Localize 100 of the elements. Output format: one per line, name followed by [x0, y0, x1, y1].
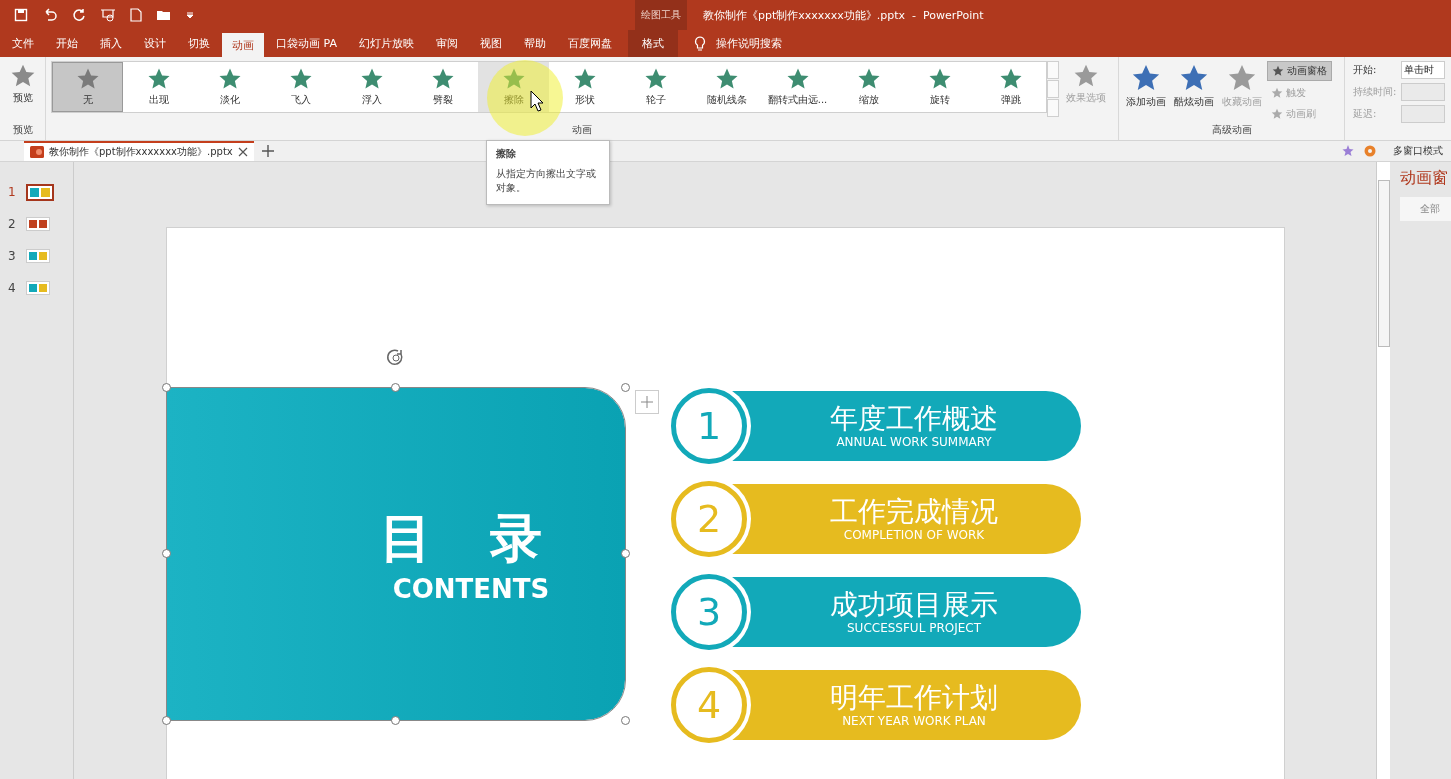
- section-title: 工作完成情况: [830, 496, 998, 528]
- star-icon: [359, 67, 384, 91]
- star-icon: [1073, 63, 1099, 89]
- timing-label: 持续时间:: [1353, 85, 1397, 99]
- save-icon[interactable]: [14, 8, 28, 22]
- ribbon-tab[interactable]: 口袋动画 PA: [266, 30, 347, 57]
- resize-handle[interactable]: [162, 383, 171, 392]
- animation-option[interactable]: 弹跳: [975, 62, 1046, 112]
- resize-handle[interactable]: [621, 549, 630, 558]
- ribbon-tab[interactable]: 动画: [222, 33, 264, 57]
- star-icon: [856, 67, 881, 91]
- slide-title: 目 录: [379, 507, 563, 570]
- folder-icon[interactable]: [156, 8, 172, 22]
- customize-icon[interactable]: [186, 11, 194, 19]
- layout-options-button[interactable]: [635, 390, 659, 414]
- animation-option[interactable]: 随机线条: [691, 62, 762, 112]
- scrollbar-thumb[interactable]: [1377, 180, 1390, 347]
- star-icon: [501, 67, 526, 91]
- slide-number: 3: [8, 249, 16, 263]
- ribbon-tab[interactable]: 帮助: [513, 30, 556, 57]
- number-circle: 4: [671, 667, 747, 743]
- slide-subtitle: CONTENTS: [392, 574, 550, 604]
- animation-option[interactable]: 旋转: [904, 62, 975, 112]
- animation-option[interactable]: 浮入: [336, 62, 407, 112]
- star-icon: [927, 67, 952, 91]
- resize-handle[interactable]: [162, 549, 171, 558]
- section-title: 年度工作概述: [830, 403, 998, 435]
- section-subtitle: COMPLETION OF WORK: [843, 528, 985, 542]
- star-icon: [430, 67, 455, 91]
- tooltip-text: 从指定方向擦出文字或对象。: [496, 167, 597, 195]
- multi-window-button[interactable]: 多窗口模式: [1385, 144, 1451, 158]
- resize-handle[interactable]: [621, 716, 630, 725]
- ribbon-button[interactable]: 添加动画: [1123, 61, 1169, 123]
- number-circle: 2: [671, 481, 747, 557]
- group-label: 动画: [571, 123, 593, 137]
- redo-icon[interactable]: [72, 8, 86, 22]
- resize-handle[interactable]: [162, 716, 171, 725]
- star-icon: [9, 63, 36, 89]
- star-icon: [572, 67, 597, 91]
- new-file-icon[interactable]: [130, 8, 142, 22]
- ribbon-tab[interactable]: 视图: [469, 30, 512, 57]
- ribbon-tab[interactable]: 幻灯片放映: [348, 30, 424, 57]
- number-circle: 1: [671, 388, 747, 464]
- section-title: 明年工作计划: [830, 682, 998, 714]
- ribbon-tab[interactable]: 插入: [90, 30, 132, 57]
- timing-field[interactable]: 单击时: [1401, 61, 1445, 79]
- group-label: 预览: [11, 123, 34, 137]
- animation-option[interactable]: 劈裂: [407, 62, 478, 112]
- animation-option[interactable]: 淡化: [194, 62, 265, 112]
- animation-option[interactable]: 出现: [123, 62, 194, 112]
- undo-icon[interactable]: [42, 8, 58, 22]
- star-icon: [998, 67, 1023, 91]
- document-tab[interactable]: 教你制作《ppt制作xxxxxxx功能》.pptx: [24, 141, 254, 161]
- slide-number: 4: [8, 281, 16, 295]
- ribbon-tab[interactable]: 文件: [2, 30, 44, 57]
- animation-option[interactable]: 形状: [549, 62, 620, 112]
- timing-field[interactable]: [1401, 105, 1445, 123]
- number-circle: 3: [671, 574, 747, 650]
- preview-button[interactable]: 预览: [4, 61, 41, 107]
- slide-number: 1: [8, 185, 16, 199]
- slide-thumbnail[interactable]: [26, 183, 54, 201]
- star-icon: [643, 67, 668, 91]
- add-tab-icon[interactable]: [261, 145, 274, 157]
- section-subtitle: SUCCESSFUL PROJECT: [847, 621, 981, 635]
- ribbon-tab[interactable]: 百度网盘: [557, 30, 622, 57]
- resize-handle[interactable]: [391, 383, 400, 392]
- animation-option[interactable]: 飞入: [265, 62, 336, 112]
- star-icon: [1271, 87, 1283, 99]
- ribbon-tab[interactable]: 开始: [46, 30, 88, 57]
- pane-title: 动画窗: [1400, 168, 1449, 189]
- tooltip-title: 擦除: [496, 147, 517, 161]
- timing-field[interactable]: [1401, 83, 1445, 101]
- contextual-tab-label: 绘图工具: [635, 0, 687, 30]
- ribbon-tab[interactable]: 审阅: [425, 30, 468, 57]
- animation-option[interactable]: 缩放: [833, 62, 904, 112]
- ribbon-tab[interactable]: 格式: [627, 30, 678, 57]
- group-label: 高级动画: [1210, 123, 1253, 137]
- star-icon: [1272, 65, 1284, 77]
- slideshow-icon[interactable]: [100, 8, 116, 22]
- ribbon-button[interactable]: 酷炫动画: [1171, 61, 1217, 123]
- close-icon[interactable]: [237, 147, 248, 157]
- star-icon: [714, 67, 739, 91]
- ribbon-tab[interactable]: 设计: [134, 30, 176, 57]
- section-title: 成功项目展示: [830, 589, 998, 621]
- resize-handle[interactable]: [391, 716, 400, 725]
- animation-option[interactable]: 轮子: [620, 62, 691, 112]
- resize-handle[interactable]: [621, 383, 630, 392]
- play-all-button[interactable]: 全部: [1400, 197, 1451, 221]
- star-icon: [75, 67, 100, 91]
- ribbon-button[interactable]: 动画窗格: [1267, 61, 1332, 81]
- ribbon-tab[interactable]: 切换: [178, 30, 220, 57]
- powerpoint-icon: [30, 145, 44, 159]
- star-icon: [217, 67, 242, 91]
- timing-label: 开始:: [1353, 63, 1378, 77]
- plus-icon: [641, 396, 653, 408]
- tell-me-search[interactable]: 操作说明搜索: [715, 30, 782, 57]
- animation-option[interactable]: 无: [52, 62, 123, 112]
- animation-option[interactable]: 翻转式由远...: [762, 62, 833, 112]
- lightbulb-icon[interactable]: [693, 35, 706, 52]
- star-icon: [146, 67, 171, 91]
